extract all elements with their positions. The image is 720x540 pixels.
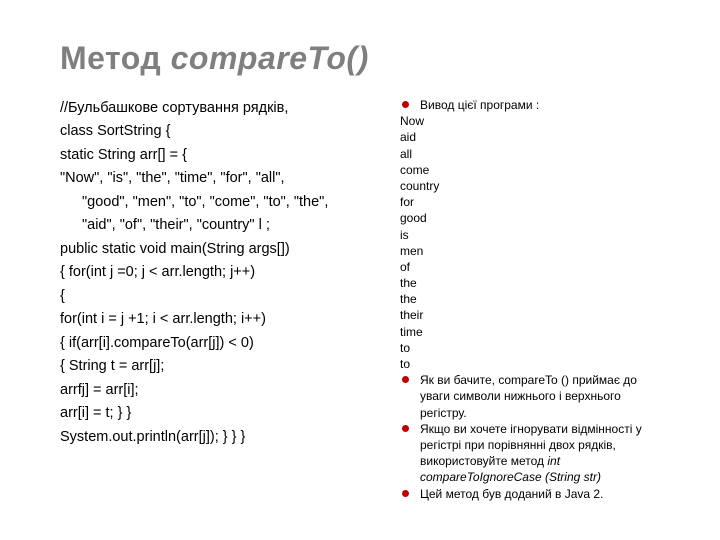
output-line: to — [400, 356, 670, 372]
code-line: { for(int j =0; j < arr.length; j++) — [60, 261, 370, 283]
code-line: public static void main(String args[]) — [60, 238, 370, 260]
code-line: arrfj] = arr[i]; — [60, 379, 370, 401]
output-line: all — [400, 146, 670, 162]
code-line: //Бульбашкове сортування рядків, — [60, 97, 370, 119]
output-line: of — [400, 259, 670, 275]
code-line: arr[i] = t; } } — [60, 402, 370, 424]
output-line: good — [400, 210, 670, 226]
code-line: static String arr[] = { — [60, 144, 370, 166]
note-item: Якщо ви хочете ігнорувати відмінності у … — [400, 421, 670, 486]
output-line: time — [400, 324, 670, 340]
output-line: Now — [400, 113, 670, 129]
output-block: Вивод цієї програми : Now aid all come c… — [400, 97, 670, 502]
output-line: the — [400, 291, 670, 307]
title-method: compareTo() — [171, 40, 369, 76]
code-line: "aid", "of", "their", "country" l ; — [60, 214, 370, 236]
code-line: { if(arr[i].compareTo(arr[j]) < 0) — [60, 332, 370, 354]
output-line: the — [400, 275, 670, 291]
output-line: to — [400, 340, 670, 356]
output-line: for — [400, 194, 670, 210]
code-line: class SortString { — [60, 120, 370, 142]
content-row: //Бульбашкове сортування рядків, class S… — [60, 97, 670, 502]
title-prefix: Метод — [60, 40, 171, 76]
output-line: country — [400, 178, 670, 194]
code-line: "Now", "is", "the", "time", "for", "all"… — [60, 167, 370, 189]
output-line: is — [400, 227, 670, 243]
code-line: System.out.println(arr[j]); } } } — [60, 426, 370, 448]
code-line: { — [60, 285, 370, 307]
note-item: Як ви бачите, compareTo () приймає до ув… — [400, 372, 670, 421]
output-line: their — [400, 307, 670, 323]
code-line: "good", "men", "to", "come", "to", "the"… — [60, 191, 370, 213]
output-header: Вивод цієї програми : — [400, 97, 670, 113]
code-line: { String t = arr[j]; — [60, 355, 370, 377]
note-item: Цей метод був доданий в Java 2. — [400, 486, 670, 502]
code-line: for(int i = j +1; i < arr.length; i++) — [60, 308, 370, 330]
output-line: come — [400, 162, 670, 178]
output-line: aid — [400, 129, 670, 145]
note-text: Якщо ви хочете ігнорувати відмінності у … — [420, 422, 642, 468]
code-block: //Бульбашкове сортування рядків, class S… — [60, 97, 370, 502]
page-title: Метод compareTo() — [60, 40, 670, 77]
output-line: men — [400, 243, 670, 259]
